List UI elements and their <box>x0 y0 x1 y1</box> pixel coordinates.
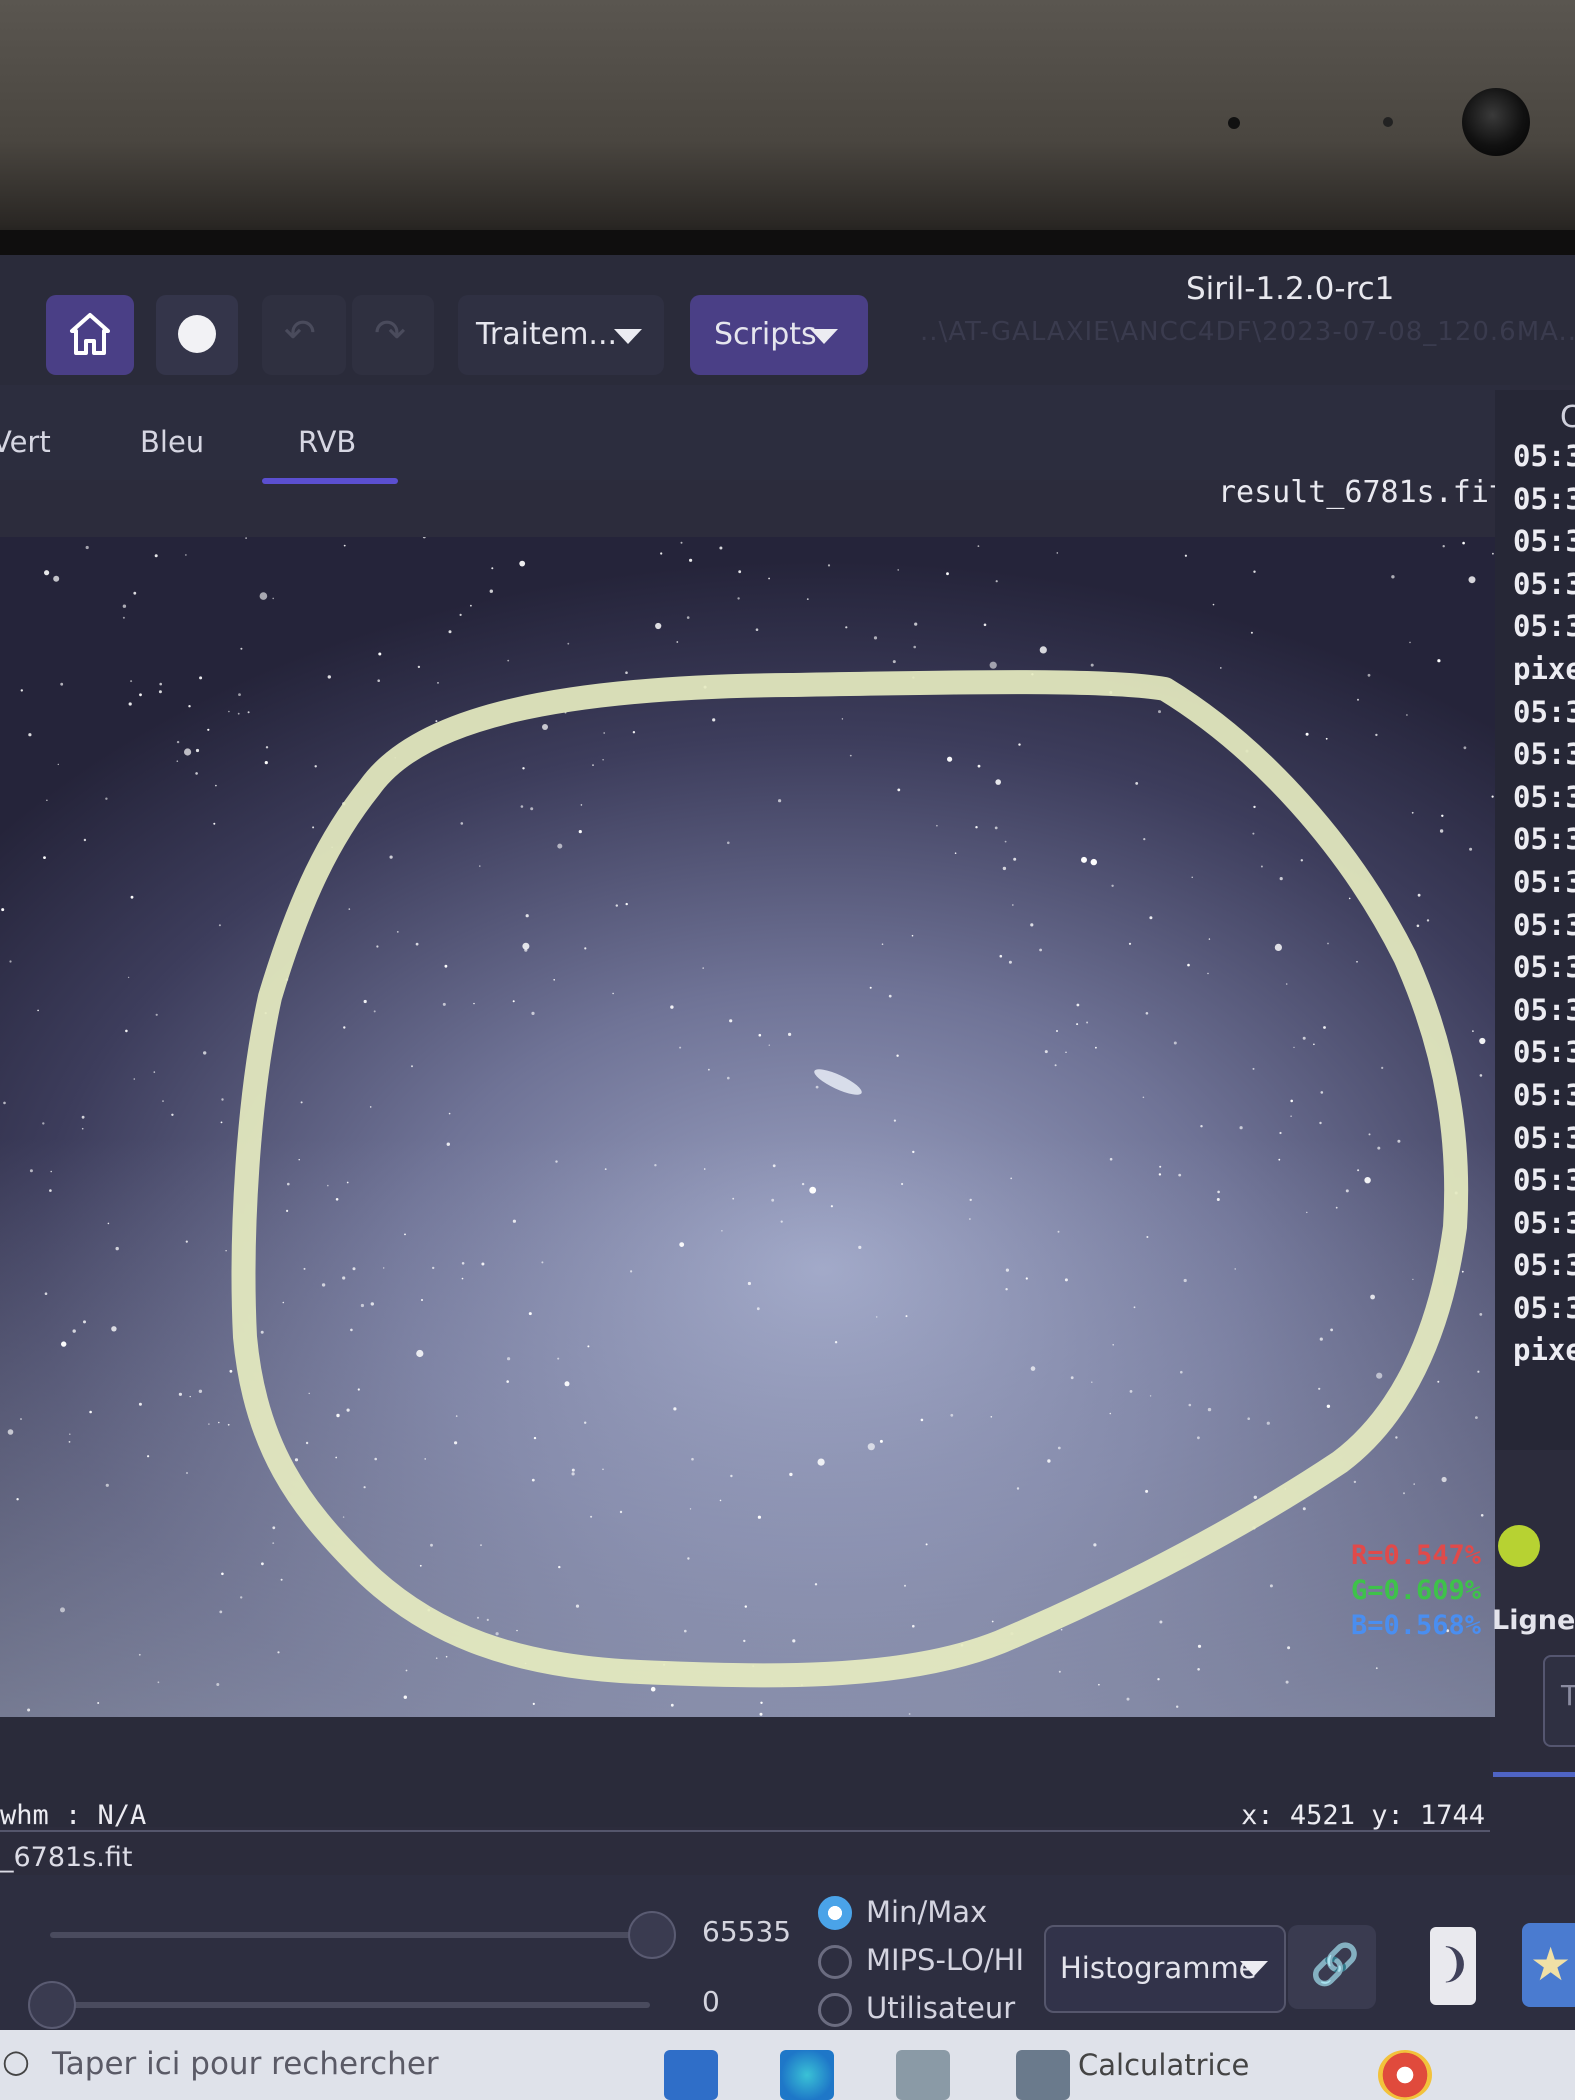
star-icon: ★ <box>1530 1937 1572 1991</box>
log-line: 05:3 <box>1513 1035 1575 1070</box>
log-line: 05:3 <box>1513 737 1575 772</box>
redo-button[interactable]: ↷ <box>352 295 434 375</box>
radio-minmax[interactable] <box>818 1896 852 1930</box>
chevron-down-icon <box>1240 1961 1268 1976</box>
high-slider-handle[interactable] <box>628 1911 676 1959</box>
favorite-button[interactable]: ★ <box>1522 1923 1575 2007</box>
image-filename: result_6781s.fit <box>1218 475 1507 510</box>
divider <box>0 1830 1490 1832</box>
low-slider-handle[interactable] <box>28 1981 76 2029</box>
log-line: 05:3 <box>1513 481 1575 516</box>
laptop-bezel <box>0 0 1575 255</box>
rgb-readout-b: B=0.568% <box>1350 1610 1481 1641</box>
processing-menu-label: Traitem... <box>476 317 618 352</box>
sensor-dot <box>1228 117 1240 129</box>
console-log: 05:3 05:3 05:3 05:3 05:3 pixe 05:3 05:3 05:3 05:3… <box>1495 390 1575 1450</box>
undo-button[interactable]: ↶ <box>262 295 346 375</box>
sensor-dot <box>1383 117 1393 127</box>
edge-browser-icon[interactable] <box>780 2050 834 2100</box>
window-title: Siril-1.2.0-rc1 <box>1186 271 1395 307</box>
log-lines: 05:3 05:3 05:3 05:3 05:3 pixe 05:3 05:3 05:3 05:3… <box>1495 435 1575 1372</box>
radio-user-label: Utilisateur <box>866 1991 1016 2025</box>
chrome-icon[interactable] <box>1378 2050 1432 2100</box>
loaded-filename: _6781s.fit <box>0 1842 133 1873</box>
scripts-menu-button[interactable]: Scripts <box>690 295 868 375</box>
display-mode-label: Histogramme <box>1060 1951 1257 1985</box>
command-input[interactable]: T <box>1543 1655 1575 1747</box>
tab-rgb[interactable]: RVB <box>298 425 356 459</box>
undo-icon: ↶ <box>284 311 316 355</box>
hand-drawn-annotation <box>231 670 1469 1688</box>
window-subtitle: ..\AT-GALAXIE\ANCC4DF\2023-07-08_120.6MA… <box>920 317 1575 347</box>
tab-green[interactable]: Vert <box>0 425 51 459</box>
chevron-down-icon <box>614 329 642 344</box>
log-line: 05:3 <box>1513 1290 1575 1325</box>
processing-menu-button[interactable]: Traitem... <box>458 295 664 375</box>
log-line: 05:3 <box>1513 907 1575 942</box>
cursor-coordinates: x: 4521 y: 1744 <box>1241 1800 1485 1831</box>
document-icon: ❩ <box>1438 1941 1472 1987</box>
display-mode-dropdown[interactable]: Histogramme <box>1044 1925 1286 2013</box>
header-bar: ↶ ↷ Traitem... Scripts Siril-1.2.0-rc1 .… <box>0 255 1575 385</box>
high-slider-track[interactable] <box>50 1932 650 1938</box>
fwhm-readout: whm : N/A <box>0 1800 147 1831</box>
active-tab-indicator <box>262 478 398 484</box>
log-line: 05:3 <box>1513 1120 1575 1155</box>
log-line: 05:3 <box>1513 864 1575 899</box>
home-icon <box>70 313 110 355</box>
calculator-label[interactable]: Calculatrice <box>1078 2048 1249 2082</box>
log-line: 05:3 <box>1513 609 1575 644</box>
link-icon: 🔗 <box>1310 1942 1360 1988</box>
log-line: 05:3 <box>1513 694 1575 729</box>
log-line: 05:3 <box>1513 566 1575 601</box>
log-line: 05:3 <box>1513 992 1575 1027</box>
log-line: 05:3 <box>1513 1248 1575 1283</box>
log-line: 05:3 <box>1513 1205 1575 1240</box>
radio-user[interactable] <box>818 1993 852 2027</box>
radio-mips[interactable] <box>818 1945 852 1979</box>
image-viewer[interactable]: R=0.547% G=0.609% B=0.568% <box>0 537 1495 1717</box>
webcam <box>1462 88 1530 156</box>
taskbar: ○ Taper ici pour rechercher Calculatrice <box>0 2030 1575 2100</box>
search-icon: ○ <box>2 2042 30 2080</box>
circle-icon <box>178 315 216 353</box>
log-line: 05:3 <box>1513 439 1575 473</box>
low-slider-track[interactable] <box>50 2002 650 2008</box>
tab-blue[interactable]: Bleu <box>140 425 204 459</box>
command-line-label: Ligne d <box>1492 1605 1575 1636</box>
open-button[interactable] <box>156 295 238 375</box>
file-button[interactable]: ❩ <box>1430 1927 1476 2005</box>
log-line: 05:3 <box>1513 1163 1575 1198</box>
command-input-value: T <box>1561 1679 1575 1712</box>
redo-icon: ↷ <box>374 311 406 355</box>
log-line: pixe <box>1513 1333 1575 1368</box>
high-slider-value: 65535 <box>702 1915 792 1948</box>
home-button[interactable] <box>46 295 134 375</box>
rgb-readout-r: R=0.547% <box>1350 1540 1481 1571</box>
screen: ↶ ↷ Traitem... Scripts Siril-1.2.0-rc1 .… <box>0 255 1575 2100</box>
scripts-menu-label: Scripts <box>714 317 817 352</box>
log-header: C <box>1560 400 1575 435</box>
photos-icon[interactable] <box>896 2050 950 2100</box>
log-line: 05:3 <box>1513 950 1575 985</box>
log-line: pixe <box>1513 651 1575 686</box>
log-line: 05:3 <box>1513 1077 1575 1112</box>
calculator-icon[interactable] <box>1016 2050 1070 2100</box>
log-line: 05:3 <box>1513 524 1575 559</box>
progress-bar <box>1493 1772 1575 1777</box>
log-line: 05:3 <box>1513 822 1575 857</box>
taskbar-search[interactable]: Taper ici pour rechercher <box>52 2046 439 2082</box>
channel-tabs: Vert Bleu RVB <box>0 385 1510 480</box>
log-line: 05:3 <box>1513 779 1575 814</box>
link-channels-button[interactable]: 🔗 <box>1288 1925 1376 2009</box>
low-slider-value: 0 <box>702 1985 720 2018</box>
radio-mips-label: MIPS-LO/HI <box>866 1943 1025 1977</box>
store-icon[interactable] <box>664 2050 718 2100</box>
chevron-down-icon <box>810 329 838 344</box>
radio-minmax-label: Min/Max <box>866 1895 988 1929</box>
rgb-readout-g: G=0.609% <box>1350 1575 1481 1606</box>
status-indicator <box>1498 1525 1540 1567</box>
